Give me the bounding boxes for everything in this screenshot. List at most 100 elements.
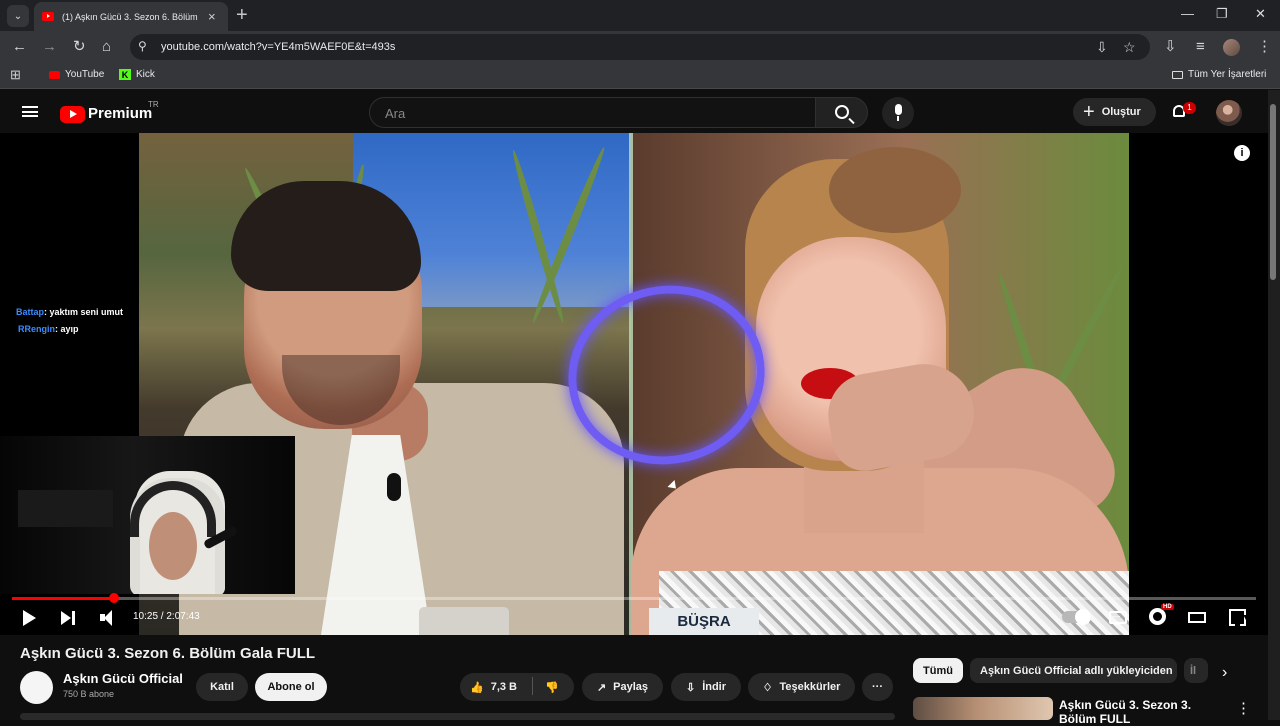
share-icon: ↗ — [596, 681, 607, 694]
folder-icon — [1172, 70, 1183, 79]
close-icon[interactable]: × — [208, 9, 216, 24]
play-icon[interactable] — [23, 610, 36, 626]
all-bookmarks-folder[interactable]: Tüm Yer İşaretleri — [1172, 69, 1266, 80]
browser-toolbar: ← → ↻ ⌂ ⚲ youtube.com/watch?v=YE4m5WAEF0… — [0, 31, 1280, 63]
thanks-label: Teşekkürler — [779, 681, 841, 693]
more-vert-icon[interactable]: ⋮ — [1257, 39, 1272, 54]
channel-name[interactable]: Aşkın Gücü Official — [63, 671, 183, 686]
chip-all[interactable]: Tümü — [913, 658, 963, 683]
address-url: youtube.com/watch?v=YE4m5WAEF0E&t=493s — [161, 41, 396, 53]
bookmark-label-youtube: YouTube — [65, 69, 105, 80]
download-icon[interactable]: ⇩ — [1164, 39, 1177, 54]
thumbs-up-icon[interactable]: 👍 — [470, 681, 484, 694]
description-preview[interactable] — [20, 713, 895, 720]
thumbs-down-icon[interactable]: 👎 — [545, 681, 559, 694]
search-icon — [835, 105, 849, 119]
recommended-thumbnail[interactable] — [913, 697, 1053, 720]
lapel-mic-icon — [387, 473, 401, 501]
chat-text: : ayıp — [55, 324, 79, 334]
new-tab-icon[interactable]: + — [236, 5, 248, 25]
reload-icon[interactable]: ↻ — [73, 39, 86, 54]
youtube-logo-icon[interactable] — [60, 106, 85, 123]
thanks-icon: ♢ — [762, 681, 773, 694]
chat-username: RRengin — [18, 324, 55, 334]
voice-search-button[interactable] — [882, 97, 914, 129]
site-info-icon[interactable]: ⚲ — [138, 39, 147, 53]
create-label: Oluştur — [1101, 106, 1141, 118]
more-vert-icon[interactable]: ⋮ — [1236, 699, 1251, 717]
page-scrollbar[interactable] — [1268, 90, 1280, 720]
bookmarks-bar: ⊞ YouTube K Kick Tüm Yer İşaretleri — [0, 63, 1280, 89]
tab-title: (1) Aşkın Gücü 3. Sezon 6. Bölüm — [62, 11, 198, 22]
apps-icon[interactable]: ⊞ — [10, 68, 23, 81]
browser-profile-avatar[interactable] — [1223, 39, 1240, 56]
overlay-chat-message: RRengin: ayıp — [18, 324, 79, 334]
search-button[interactable] — [815, 97, 868, 128]
join-button[interactable]: Katıl — [196, 673, 248, 701]
search-placeholder: Ara — [385, 106, 406, 121]
notification-count-badge: 1 — [1183, 102, 1196, 114]
progress-scrubber[interactable] — [109, 593, 119, 603]
share-button[interactable]: ↗ Paylaş — [582, 673, 663, 701]
like-count[interactable]: 7,3 B — [491, 681, 517, 693]
gear-icon[interactable] — [1149, 608, 1166, 625]
youtube-favicon — [42, 12, 54, 21]
create-button[interactable]: + Oluştur — [1073, 98, 1156, 126]
autoplay-toggle-knob[interactable] — [1075, 609, 1091, 625]
kick-bookmark[interactable]: K Kick — [119, 69, 155, 80]
video-title: Aşkın Gücü 3. Sezon 6. Bölüm Gala FULL — [20, 645, 316, 662]
window-close-icon[interactable]: ✕ — [1255, 6, 1266, 22]
download-label: İndir — [702, 681, 727, 693]
like-divider — [532, 677, 533, 695]
download-icon: ⇩ — [685, 681, 696, 694]
more-actions-button[interactable]: ··· — [862, 673, 893, 701]
volume-icon[interactable] — [100, 610, 118, 626]
chevron-right-icon[interactable]: › — [1222, 664, 1227, 682]
account-avatar[interactable] — [1216, 100, 1242, 126]
back-icon[interactable]: ← — [12, 39, 27, 54]
chip-from-uploader[interactable]: Aşkın Gücü Official adlı yükleyiciden — [970, 658, 1177, 683]
streamer-webcam-overlay — [0, 436, 295, 594]
search-input[interactable]: Ara — [369, 97, 816, 128]
chip-partial[interactable]: İl — [1184, 658, 1208, 683]
minimize-icon[interactable]: — — [1181, 6, 1194, 21]
channel-avatar[interactable] — [20, 671, 53, 704]
youtube-bookmark[interactable]: YouTube — [49, 69, 104, 80]
tab-search-dropdown-icon[interactable]: ⌄ — [7, 5, 29, 27]
webcam-shelf — [18, 490, 113, 527]
video-controls: 10:25 / 2:07:43 HD — [0, 593, 1268, 635]
youtube-brand[interactable]: Premium — [88, 105, 152, 122]
download-button[interactable]: ⇩ İndir — [671, 673, 741, 701]
install-icon[interactable]: ⇩ — [1096, 39, 1108, 56]
share-label: Paylaş — [613, 681, 649, 693]
subscribe-button[interactable]: Abone ol — [255, 673, 327, 701]
address-bar[interactable]: ⚲ youtube.com/watch?v=YE4m5WAEF0E&t=493s… — [130, 34, 1150, 60]
scrollbar-thumb[interactable] — [1270, 104, 1276, 280]
progress-bar[interactable] — [12, 597, 1256, 600]
notifications-button[interactable]: 1 — [1171, 102, 1196, 120]
chat-text: : yaktım seni umut — [44, 307, 124, 317]
browser-tab-strip: ⌄ (1) Aşkın Gücü 3. Sezon 6. Bölüm × + —… — [0, 0, 1280, 31]
browser-tab[interactable]: (1) Aşkın Gücü 3. Sezon 6. Bölüm × — [34, 2, 228, 31]
captions-icon[interactable] — [1109, 611, 1127, 629]
thanks-button[interactable]: ♢ Teşekkürler — [748, 673, 855, 701]
media-control-icon[interactable]: ≡ — [1196, 39, 1205, 54]
info-icon[interactable]: i — [1234, 145, 1250, 161]
menu-icon[interactable] — [22, 106, 38, 117]
fullscreen-icon[interactable] — [1229, 609, 1246, 626]
theater-mode-icon[interactable] — [1188, 612, 1206, 623]
forward-icon[interactable]: → — [42, 39, 57, 54]
home-icon[interactable]: ⌂ — [102, 39, 111, 54]
mic-icon — [895, 104, 902, 115]
youtube-header: Premium TR Ara + Oluştur 1 — [0, 90, 1280, 133]
bookmark-star-icon[interactable]: ☆ — [1123, 39, 1136, 56]
restore-icon[interactable]: ❐ — [1216, 6, 1228, 22]
progress-bar-played[interactable] — [12, 597, 114, 600]
youtube-icon — [49, 70, 60, 79]
next-icon[interactable] — [61, 610, 75, 626]
recommended-video-title[interactable]: Aşkın Gücü 3. Sezon 3. Bölüm FULL — [1059, 698, 1229, 726]
subscriber-count: 750 B abone — [63, 689, 115, 699]
all-bookmarks-label: Tüm Yer İşaretleri — [1188, 69, 1267, 80]
hd-badge: HD — [1161, 604, 1174, 610]
like-dislike-group: 👍 7,3 B 👎 — [460, 673, 574, 701]
